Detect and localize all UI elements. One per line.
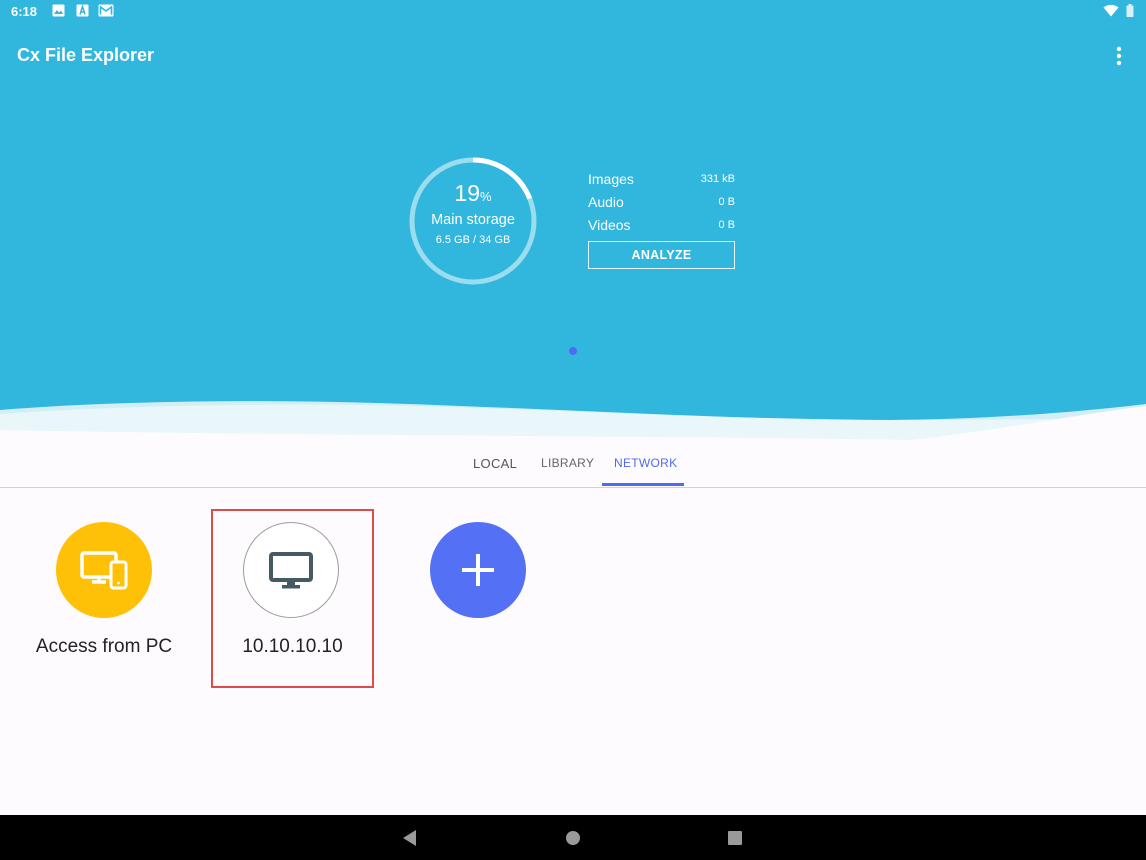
tab-network[interactable]: NETWORK: [614, 456, 677, 470]
category-label-images: Images: [588, 171, 634, 187]
category-value-videos: 0 B: [718, 219, 735, 231]
font-icon: [76, 4, 89, 17]
storage-name: Main storage: [431, 212, 515, 228]
category-label-videos: Videos: [588, 217, 631, 233]
selection-highlight: [211, 509, 374, 688]
storage-size: 6.5 GB / 34 GB: [435, 234, 511, 246]
active-tab-indicator: [602, 483, 684, 486]
page-indicator-dot: [569, 347, 577, 355]
navigation-bar: [0, 815, 1146, 860]
access-from-pc-label: Access from PC: [35, 636, 173, 657]
plus-icon: [462, 554, 494, 586]
status-bar: 6:18: [0, 0, 1146, 24]
recents-icon[interactable]: [724, 827, 746, 849]
image-icon: [52, 4, 65, 17]
devices-icon: [80, 551, 128, 590]
category-value-images: 331 kB: [700, 173, 735, 185]
more-options-icon[interactable]: [1106, 42, 1132, 70]
tab-bar: LOCAL LIBRARY NETWORK: [0, 440, 1146, 488]
access-from-pc-button[interactable]: [56, 522, 152, 618]
header-wave-decoration: [0, 401, 1146, 440]
category-value-audio: 0 B: [718, 196, 735, 208]
category-label-audio: Audio: [588, 194, 624, 210]
analyze-button[interactable]: ANALYZE: [588, 241, 735, 269]
header: Cx File Explorer 19% Main storage 6.5 GB…: [0, 0, 1146, 440]
battery-icon: [1126, 4, 1134, 17]
status-time: 6:18: [11, 4, 38, 19]
mail-icon: [98, 4, 114, 17]
app-title: Cx File Explorer: [17, 45, 155, 65]
add-connection-button[interactable]: [430, 522, 526, 618]
tab-local[interactable]: LOCAL: [473, 456, 517, 471]
back-icon[interactable]: [399, 827, 421, 849]
storage-percent: 19%: [407, 180, 539, 207]
storage-percent-value: 19: [454, 180, 481, 206]
tab-library[interactable]: LIBRARY: [541, 456, 594, 470]
home-icon[interactable]: [562, 827, 584, 849]
storage-percent-sign: %: [480, 189, 492, 204]
wifi-icon: [1103, 4, 1119, 17]
